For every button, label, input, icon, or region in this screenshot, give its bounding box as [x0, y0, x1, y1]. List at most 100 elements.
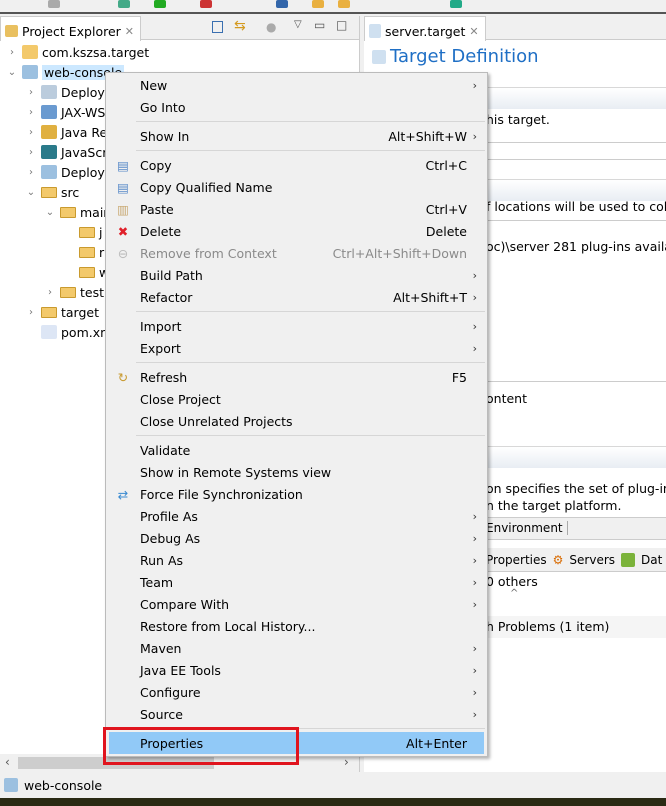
minimize-icon[interactable]: ▭ [314, 18, 325, 32]
chevron-right-icon[interactable]: › [6, 47, 18, 58]
bug-icon[interactable] [118, 0, 130, 8]
chevron-down-icon[interactable]: ⌄ [6, 67, 18, 78]
submenu-arrow-icon: › [472, 707, 477, 721]
stop-icon[interactable] [200, 0, 212, 8]
scroll-left-icon[interactable]: ‹ [5, 755, 10, 769]
tab-server-target[interactable]: server.target ✕ [364, 16, 486, 41]
highlight-annotation [103, 727, 299, 765]
menu-item-close-unrelated-projects[interactable]: Close Unrelated Projects [106, 410, 487, 432]
menu-item-import[interactable]: Import › [106, 315, 487, 337]
view-menu-icon[interactable]: ▽ [294, 19, 302, 30]
folder-icon [79, 246, 95, 258]
chevron-right-icon[interactable]: › [25, 147, 37, 158]
menu-item-delete[interactable]: ✖ Delete Delete [106, 220, 487, 242]
menu-item-java-ee-tools[interactable]: Java EE Tools › [106, 659, 487, 681]
chevron-right-icon[interactable]: › [25, 127, 37, 138]
chevron-down-icon[interactable]: ⌄ [25, 187, 37, 198]
menu-item-label: Profile As [140, 508, 198, 524]
menu-item-label: Close Unrelated Projects [140, 413, 293, 429]
tree-item[interactable]: ⌄ main [44, 202, 111, 222]
close-icon[interactable]: ✕ [469, 25, 478, 38]
menu-item-refactor[interactable]: Refactor Alt+Shift+T › [106, 286, 487, 308]
jaxws-icon [41, 105, 57, 119]
collapse-all-icon[interactable] [212, 21, 223, 33]
tab-data-source[interactable]: Dat [641, 553, 662, 567]
menu-item-run-as[interactable]: Run As › [106, 549, 487, 571]
menu-item-go-into[interactable]: Go Into [106, 96, 487, 118]
data-source-icon [621, 552, 636, 567]
open-folder-icon[interactable] [338, 0, 350, 8]
tree-item[interactable]: ⌄ src [25, 182, 79, 202]
filter-icon[interactable]: ● [266, 20, 276, 34]
menu-item-paste[interactable]: ▥ Paste Ctrl+V [106, 198, 487, 220]
menu-separator [106, 359, 487, 366]
status-bar: web-console [0, 772, 666, 798]
menu-item-shortcut: Ctrl+V [425, 201, 467, 217]
chevron-right-icon[interactable]: › [25, 167, 37, 178]
tab-environment[interactable]: Environment [486, 521, 568, 535]
menu-item-label: Refactor [140, 289, 193, 305]
menu-item-label: Source [140, 706, 183, 722]
location-item[interactable]: oc)\server 281 plug-ins availab [486, 239, 666, 254]
maximize-icon[interactable]: □ [336, 18, 347, 32]
menu-item-maven[interactable]: Maven › [106, 637, 487, 659]
menu-item-show-in-remote-systems-view[interactable]: Show in Remote Systems view [106, 461, 487, 483]
name-field[interactable] [486, 142, 666, 160]
chevron-down-icon[interactable]: ⌄ [44, 207, 56, 218]
menu-item-team[interactable]: Team › [106, 571, 487, 593]
tab-label: Project Explorer [22, 23, 121, 39]
link-with-editor-icon[interactable]: ⇆ [234, 18, 246, 34]
scroll-right-icon[interactable]: › [344, 755, 349, 769]
menu-item-profile-as[interactable]: Profile As › [106, 505, 487, 527]
tree-item[interactable]: › com.kszsa.target [6, 42, 149, 62]
tree-item[interactable]: r [63, 242, 104, 262]
tree-item[interactable]: pom.xml [25, 322, 116, 342]
paste-icon: ▥ [117, 201, 129, 217]
tab-servers[interactable]: Servers [569, 553, 615, 567]
menu-item-configure[interactable]: Configure › [106, 681, 487, 703]
chevron-right-icon[interactable]: › [25, 107, 37, 118]
menu-item-copy[interactable]: ▤ Copy Ctrl+C [106, 154, 487, 176]
menu-item-new[interactable]: New › [106, 74, 487, 96]
tab-properties[interactable]: Properties [486, 553, 547, 567]
menu-item-refresh[interactable]: ↻ Refresh F5 [106, 366, 487, 388]
chevron-right-icon[interactable]: › [25, 307, 37, 318]
menu-item-compare-with[interactable]: Compare With › [106, 593, 487, 615]
chevron-right-icon[interactable]: › [25, 87, 37, 98]
problems-group[interactable]: h Problems (1 item) [486, 619, 609, 634]
menu-item-show-in[interactable]: Show In Alt+Shift+W › [106, 125, 487, 147]
menu-item-close-project[interactable]: Close Project [106, 388, 487, 410]
sort-icon[interactable]: ^ [510, 588, 518, 599]
submenu-arrow-icon: › [472, 641, 477, 655]
menu-item-remove-from-context[interactable]: ⊖ Remove from Context Ctrl+Alt+Shift+Down [106, 242, 487, 264]
folder-icon [79, 226, 95, 238]
menu-item-debug-as[interactable]: Debug As › [106, 527, 487, 549]
close-icon[interactable]: ✕ [125, 25, 134, 38]
tree-item[interactable]: j [63, 222, 102, 242]
menu-item-build-path[interactable]: Build Path › [106, 264, 487, 286]
tab-project-explorer[interactable]: Project Explorer ✕ [0, 16, 142, 41]
menu-item-label: Configure [140, 684, 201, 700]
tree-item[interactable]: › target [25, 302, 99, 322]
server-icon[interactable] [276, 0, 288, 8]
maven-web-project-icon [22, 65, 38, 79]
maven-web-project-icon [4, 778, 18, 792]
menu-item-validate[interactable]: Validate [106, 439, 487, 461]
bottom-view-tabs: Properties ⚙ Servers Dat [486, 548, 666, 572]
tree-item[interactable]: w [63, 262, 109, 282]
menu-item-export[interactable]: Export › [106, 337, 487, 359]
folder-icon [41, 306, 57, 318]
menu-item-copy-qualified-name[interactable]: ▤ Copy Qualified Name [106, 176, 487, 198]
menu-item-source[interactable]: Source › [106, 703, 487, 725]
tree-item[interactable]: › test [44, 282, 104, 302]
save-icon[interactable] [48, 0, 60, 8]
run-icon[interactable] [154, 0, 166, 8]
menu-item-force-file-synchronization[interactable]: ⇄ Force File Synchronization [106, 483, 487, 505]
run-last-icon[interactable] [450, 0, 462, 8]
chevron-right-icon[interactable]: › [44, 287, 56, 298]
project-explorer-icon [5, 25, 18, 37]
menu-item-restore-from-local-history[interactable]: Restore from Local History... [106, 615, 487, 637]
menu-item-label: Export [140, 340, 181, 356]
status-text: web-console [24, 777, 103, 793]
open-folder-icon[interactable] [312, 0, 324, 8]
